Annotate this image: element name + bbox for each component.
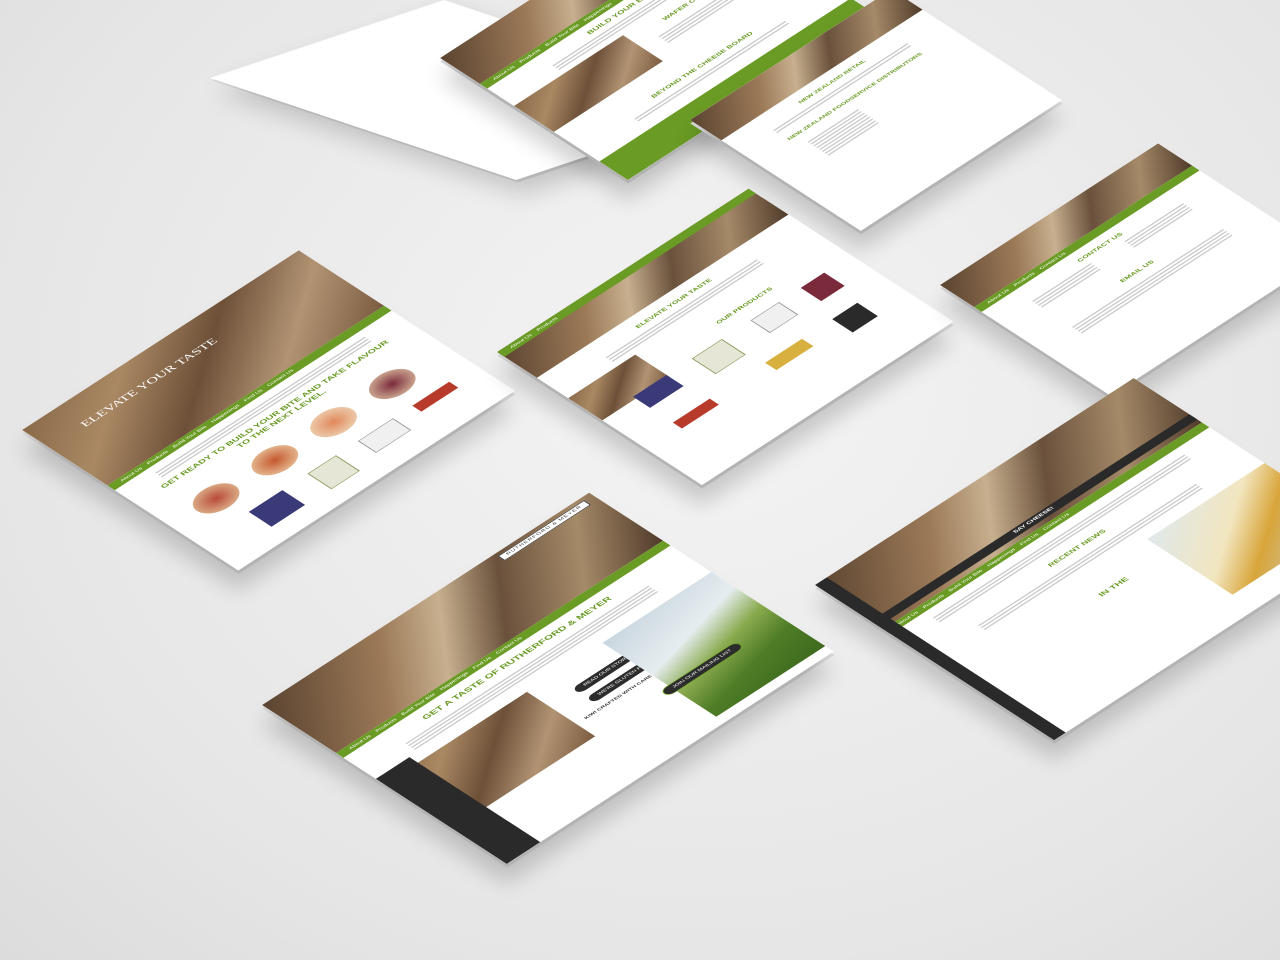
product-wafers (307, 455, 360, 490)
product-item-6[interactable] (765, 338, 814, 371)
board-news: About Us Products Build Your Bite Happen… (815, 378, 1280, 741)
bite-thumb-2 (242, 439, 308, 482)
news-image (1147, 463, 1280, 595)
product-item-2[interactable] (691, 339, 746, 375)
mockup-stage: About Us Products Build Your Bite Happen… (0, 0, 1280, 960)
email-form[interactable] (1070, 228, 1234, 335)
product-item-5[interactable] (672, 398, 719, 429)
bite-thumb-3 (301, 401, 366, 444)
distributor-list (806, 108, 881, 157)
bite-thumb-1 (183, 477, 249, 520)
products-hero (497, 188, 789, 378)
board-contact: About Us Products Contact Us CONTACT US … (940, 143, 1280, 396)
board-products: About Us Products ELEVATE YOUR TASTE OUR… (497, 188, 954, 486)
bite-thumb-4 (359, 362, 425, 406)
product-fruit-paste (248, 490, 306, 527)
board-about: RUTHERFORD & MEYER About Us Products Bui… (262, 492, 834, 864)
product-item-7[interactable] (832, 302, 878, 333)
product-crackers (412, 381, 459, 412)
board-home: ELEVATE YOUR TASTE About Us Products Bui… (22, 250, 516, 571)
about-image (384, 691, 596, 829)
contact-navbar: About Us Products Contact Us (974, 165, 1200, 312)
product-item-3[interactable] (750, 301, 799, 334)
product-box (357, 418, 412, 453)
news-side-title: IN THE (1097, 576, 1131, 599)
product-item-4[interactable] (800, 272, 845, 302)
